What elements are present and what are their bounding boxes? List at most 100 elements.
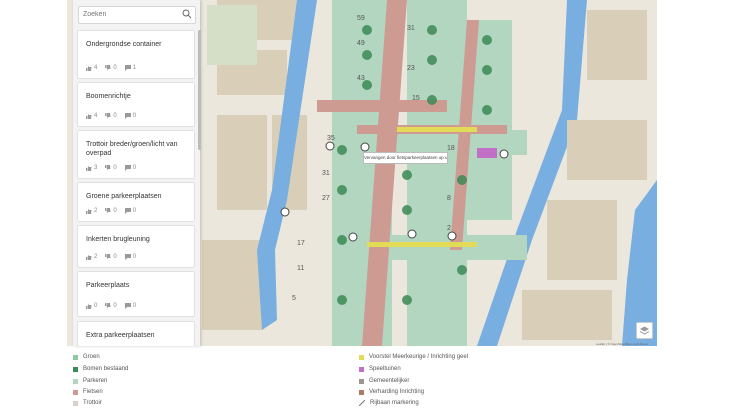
legend-swatch xyxy=(73,400,78,406)
legend-swatch xyxy=(359,354,364,360)
app: 59 49 43 31 23 15 35 31 27 17 11 5 18 8 2 Vervange… xyxy=(0,0,730,410)
proposal-title: Parkeerplaats xyxy=(86,282,130,289)
comments-count: 0 xyxy=(132,303,137,309)
svg-text:2: 2 xyxy=(447,225,451,232)
proposal-stats: 2 0 0 xyxy=(86,254,136,260)
legend-label: Speeltuinen xyxy=(369,366,401,372)
proposal-card[interactable]: Extra parkeerplaatsen xyxy=(77,321,195,346)
dislikes-count: 0 xyxy=(113,65,117,71)
line-icon xyxy=(359,400,365,406)
search-box[interactable] xyxy=(78,6,196,24)
proposal-title: Extra parkeerplaatsen xyxy=(86,332,155,339)
thumbs-up-icon xyxy=(86,165,92,171)
proposal-card[interactable]: Ondergrondse container 4 0 1 xyxy=(77,30,195,79)
svg-text:49: 49 xyxy=(357,40,365,47)
legend-item: Rijbaan markering xyxy=(359,400,419,406)
search-icon[interactable] xyxy=(182,9,192,19)
dislikes-count: 0 xyxy=(113,208,117,214)
proposal-title: Boomenrichtje xyxy=(86,93,131,100)
legend-item: Verharding Inrichting xyxy=(359,389,424,395)
proposal-stats: 3 0 0 xyxy=(86,165,136,171)
comment-icon xyxy=(124,113,131,119)
legend-item: Parkeren xyxy=(73,378,107,384)
svg-text:43: 43 xyxy=(357,75,365,82)
map-tooltip: Vervangen door fietsparkeerplaatsen op u… xyxy=(363,152,448,164)
svg-text:18: 18 xyxy=(447,145,455,152)
comments-count: 0 xyxy=(132,165,137,171)
legend-item: Fietsen xyxy=(73,389,103,395)
legend-label: Groen xyxy=(83,354,100,360)
svg-text:17: 17 xyxy=(297,240,305,247)
svg-text:23: 23 xyxy=(407,65,415,72)
thumbs-down-icon xyxy=(105,113,111,119)
proposal-card[interactable]: Parkeerplaats 0 0 0 xyxy=(77,271,195,317)
thumbs-down-icon xyxy=(105,165,111,171)
likes-count: 4 xyxy=(94,65,98,71)
likes-count: 2 xyxy=(94,254,98,260)
thumbs-down-icon xyxy=(105,303,111,309)
proposal-card[interactable]: Trottoir breder/groen/licht van overpad … xyxy=(77,130,195,179)
legend-item: Speeltuinen xyxy=(359,366,401,372)
proposal-card[interactable]: Boomenrichtje 4 0 0 xyxy=(77,82,195,127)
comments-count: 0 xyxy=(132,208,137,214)
legend-label: Trottoir xyxy=(83,400,102,406)
likes-count: 0 xyxy=(94,303,98,309)
svg-text:31: 31 xyxy=(407,25,415,32)
legend-label: Fietsen xyxy=(83,389,103,395)
legend-label: Parkeren xyxy=(83,378,108,384)
proposal-stats: 0 0 0 xyxy=(86,303,136,309)
likes-count: 3 xyxy=(94,165,98,171)
legend-label: Gemeentelijker xyxy=(369,378,410,384)
svg-text:5: 5 xyxy=(292,295,296,302)
dislikes-count: 0 xyxy=(113,254,117,260)
svg-text:8: 8 xyxy=(447,195,451,202)
svg-text:15: 15 xyxy=(412,95,420,102)
comment-icon xyxy=(124,65,131,71)
comment-icon xyxy=(124,165,131,171)
proposal-stats: 2 0 0 xyxy=(86,208,136,214)
legend-item: Bomen bestaand xyxy=(73,366,128,372)
legend-swatch xyxy=(73,366,78,372)
legend-label: Voorstel Meerkeurige / Inrichting geel xyxy=(369,354,469,360)
comment-icon xyxy=(124,208,131,214)
svg-text:11: 11 xyxy=(297,265,304,272)
proposal-stats: 4 0 0 xyxy=(86,113,136,119)
thumbs-down-icon xyxy=(105,254,111,260)
comments-count: 0 xyxy=(132,113,137,119)
legend-item: Gemeentelijker xyxy=(359,378,409,384)
svg-text:27: 27 xyxy=(322,195,330,202)
comments-count: 1 xyxy=(132,65,137,71)
thumbs-up-icon xyxy=(86,208,92,214)
proposal-stats: 4 0 1 xyxy=(86,65,136,71)
search-input[interactable] xyxy=(83,8,173,21)
legend-item: Groen xyxy=(73,354,100,360)
comment-icon xyxy=(124,254,131,260)
thumbs-up-icon xyxy=(86,303,92,309)
legend-swatch xyxy=(359,366,364,372)
panel-scrollbar[interactable] xyxy=(198,30,201,150)
thumbs-down-icon xyxy=(105,208,111,214)
legend-label: Bomen bestaand xyxy=(83,366,129,372)
legend-item: Trottoir xyxy=(73,400,102,406)
layers-button[interactable] xyxy=(636,322,653,339)
proposal-card[interactable]: Groene parkeerplaatsen 2 0 0 xyxy=(77,182,195,222)
thumbs-up-icon xyxy=(86,254,92,260)
layers-icon xyxy=(639,326,650,335)
proposal-card[interactable]: Inkerten brugleuning 2 0 0 xyxy=(77,225,195,268)
proposal-title: Trottoir breder/groen/licht van overpad xyxy=(86,141,178,157)
dislikes-count: 0 xyxy=(113,303,117,309)
comment-icon xyxy=(124,303,131,309)
thumbs-down-icon xyxy=(105,65,111,71)
legend: Groen Bomen bestaand Parkeren Fietsen Tr… xyxy=(73,352,653,410)
proposal-title: Groene parkeerplaatsen xyxy=(86,193,162,200)
proposals-panel: Ondergrondse container 4 0 1 Boomenricht… xyxy=(73,0,200,346)
legend-label: Verharding Inrichting xyxy=(369,389,425,395)
proposal-title: Ondergrondse container xyxy=(86,41,162,48)
svg-text:31: 31 xyxy=(322,170,330,177)
thumbs-up-icon xyxy=(86,113,92,119)
thumbs-up-icon xyxy=(86,65,92,71)
legend-label: Rijbaan markering xyxy=(370,400,419,406)
legend-swatch xyxy=(359,378,364,384)
proposal-title: Inkerten brugleuning xyxy=(86,236,150,243)
legend-swatch xyxy=(73,389,78,395)
